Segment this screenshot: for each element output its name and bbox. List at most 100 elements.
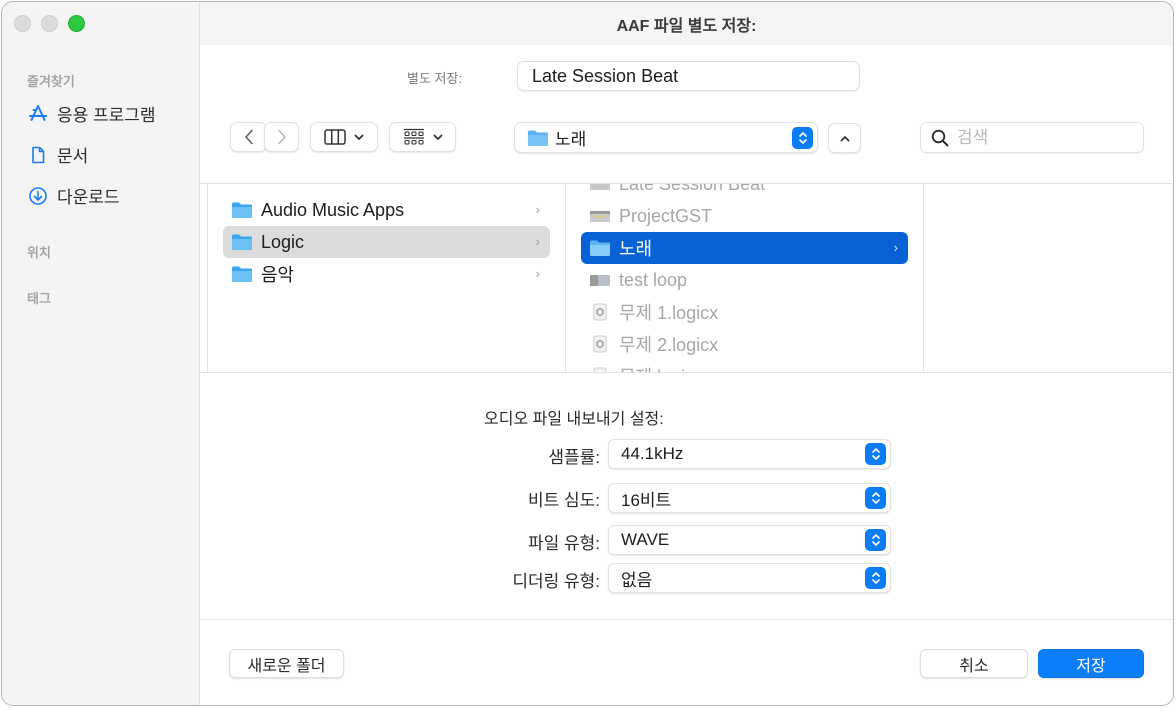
sidebar-item-label: 다운로드	[57, 188, 120, 207]
chevron-right-icon: ›	[893, 240, 898, 255]
list-item[interactable]: 무제.logicx	[581, 360, 908, 372]
zoom-window-button[interactable]	[68, 15, 85, 32]
list-item[interactable]: 음악 ›	[223, 258, 550, 290]
dither-type-popup[interactable]: 없음	[608, 563, 891, 593]
browser-column-2[interactable]: Late Session Beat ProjectGST 노래 › test l…	[566, 184, 924, 372]
sidebar-section-favorites: 즐겨찾기	[27, 74, 75, 89]
dither-type-label: 디더링 유형:	[512, 572, 600, 591]
chevron-right-icon: ›	[535, 202, 540, 217]
search-input[interactable]	[957, 127, 1127, 148]
back-button[interactable]	[230, 122, 267, 152]
forward-button[interactable]	[264, 122, 299, 152]
project-icon	[590, 275, 610, 286]
list-item[interactable]: 노래 ›	[581, 232, 908, 264]
folder-icon	[528, 130, 548, 146]
list-item[interactable]: Audio Music Apps ›	[223, 194, 550, 226]
minimize-window-button[interactable]	[41, 15, 58, 32]
sidebar-item-label: 응용 프로그램	[57, 106, 156, 125]
chevron-right-icon	[277, 129, 286, 145]
search-icon	[931, 129, 949, 146]
folder-icon	[232, 202, 252, 218]
new-folder-button[interactable]: 새로운 폴더	[229, 649, 344, 678]
list-item-label: Late Session Beat	[619, 184, 765, 195]
popup-stepper-icon	[865, 487, 886, 509]
list-item[interactable]: 무제 2.logicx	[581, 328, 908, 360]
list-item[interactable]: 무제 1.logicx	[581, 296, 908, 328]
download-icon	[29, 186, 47, 205]
logic-file-icon	[593, 335, 607, 353]
list-item-label: Logic	[261, 231, 305, 252]
applications-icon	[29, 104, 47, 121]
search-field[interactable]	[920, 122, 1144, 153]
logic-file-icon	[593, 303, 607, 321]
column-view-icon	[324, 129, 346, 145]
folder-icon	[232, 234, 252, 250]
sidebar-section-tags: 태그	[27, 291, 51, 306]
chevron-up-icon	[840, 135, 849, 141]
chevron-right-icon: ›	[535, 234, 540, 249]
sidebar: 즐겨찾기 응용 프로그램 문서 다운로드 위치 태그	[2, 2, 200, 705]
sidebar-item-downloads[interactable]: 다운로드	[28, 183, 120, 208]
logic-file-icon	[593, 367, 607, 372]
sidebar-section-locations: 위치	[27, 245, 51, 260]
file-browser: Audio Music Apps › Logic › 음악 › Late S	[200, 183, 1173, 373]
list-item-label: 무제.logicx	[619, 363, 703, 372]
chevron-down-icon	[354, 134, 364, 140]
save-as-label: 별도 저장:	[407, 71, 463, 86]
export-settings-title: 오디오 파일 내보내기 설정:	[484, 411, 664, 428]
sample-rate-popup[interactable]: 44.1kHz	[608, 439, 891, 469]
save-button[interactable]: 저장	[1038, 649, 1144, 678]
sidebar-item-applications[interactable]: 응용 프로그램	[28, 101, 156, 126]
list-item-label: 노래	[619, 239, 653, 259]
dialog-title: AAF 파일 별도 저장:	[616, 17, 757, 35]
sample-rate-label: 샘플률:	[548, 448, 600, 467]
save-dialog-window: 즐겨찾기 응용 프로그램 문서 다운로드 위치 태그 AAF 파일 별도 저장:	[1, 1, 1174, 706]
file-type-label: 파일 유형:	[527, 534, 600, 553]
chevron-right-icon: ›	[535, 266, 540, 281]
location-label: 노래	[555, 130, 587, 149]
cancel-button[interactable]: 취소	[920, 649, 1028, 678]
bit-depth-popup[interactable]: 16비트	[608, 483, 891, 513]
popup-stepper-icon	[865, 567, 886, 589]
bit-depth-label: 비트 심도:	[527, 491, 600, 510]
folder-icon	[232, 266, 252, 282]
sidebar-item-documents[interactable]: 문서	[28, 142, 88, 167]
folder-icon	[590, 240, 610, 256]
chevron-down-icon	[433, 134, 442, 140]
list-item-label: test loop	[619, 269, 688, 290]
sidebar-item-label: 문서	[57, 147, 89, 166]
project-icon	[590, 211, 610, 222]
location-popup[interactable]: 노래	[514, 122, 818, 153]
list-item-label: 음악	[261, 265, 295, 285]
expand-collapse-button[interactable]	[828, 123, 861, 153]
sample-rate-value: 44.1kHz	[621, 444, 684, 463]
popup-stepper-icon	[792, 127, 813, 149]
view-mode-button[interactable]	[310, 122, 378, 152]
file-type-value: WAVE	[621, 530, 670, 549]
list-item[interactable]: ProjectGST	[581, 200, 908, 232]
dialog-content: 별도 저장: 노래	[200, 45, 1173, 705]
browser-column-3[interactable]	[924, 184, 1173, 372]
dither-type-value: 없음	[621, 570, 653, 590]
popup-stepper-icon	[865, 529, 886, 551]
browser-column-1[interactable]: Audio Music Apps › Logic › 음악 ›	[207, 184, 566, 372]
chevron-left-icon	[244, 129, 253, 145]
list-item-label: 무제 1.logicx	[619, 303, 719, 323]
project-icon	[590, 184, 610, 190]
list-item[interactable]: test loop	[581, 264, 908, 296]
list-item[interactable]: Late Session Beat	[581, 184, 908, 200]
footer-divider	[200, 619, 1173, 620]
bit-depth-value: 16비트	[621, 490, 672, 510]
window-controls	[14, 15, 85, 32]
close-window-button[interactable]	[14, 15, 31, 32]
filename-input[interactable]	[517, 61, 860, 91]
group-mode-button[interactable]	[389, 122, 456, 152]
grid-icon	[403, 128, 424, 145]
popup-stepper-icon	[865, 443, 886, 465]
list-item[interactable]: Logic ›	[223, 226, 550, 258]
list-item-label: ProjectGST	[619, 205, 713, 226]
document-icon	[32, 146, 45, 163]
list-item-label: 무제 2.logicx	[619, 335, 719, 355]
file-type-popup[interactable]: WAVE	[608, 525, 891, 555]
title-bar: AAF 파일 별도 저장:	[200, 2, 1173, 45]
